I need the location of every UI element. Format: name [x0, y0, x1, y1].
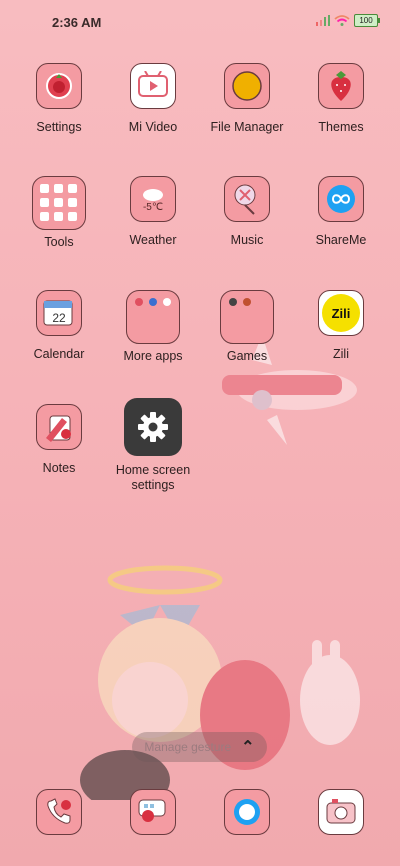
battery-icon: 100	[354, 14, 380, 27]
phone-icon	[36, 789, 82, 835]
folder-circle-icon	[224, 63, 270, 109]
app-themes[interactable]: Themes	[293, 63, 389, 135]
app-label: Home screen settings	[115, 463, 191, 492]
strawberry-icon	[318, 63, 364, 109]
zili-icon: Zili	[318, 290, 364, 336]
wifi-icon	[334, 15, 350, 26]
app-label: Games	[226, 349, 268, 363]
weather-cloud-icon: -5℃	[130, 176, 176, 222]
browser-bubble-icon	[224, 789, 270, 835]
games-folder-icon	[220, 290, 274, 344]
app-weather[interactable]: -5℃ Weather	[105, 176, 201, 248]
app-label: Themes	[318, 120, 364, 134]
folder-tools[interactable]: Tools	[11, 176, 107, 250]
app-label: ShareMe	[315, 233, 367, 247]
dock-browser[interactable]	[199, 789, 295, 835]
app-mi-video[interactable]: Mi Video	[105, 63, 201, 135]
app-label: Music	[230, 233, 264, 247]
app-label: Calendar	[33, 347, 85, 361]
app-notes[interactable]: Notes	[11, 404, 107, 476]
app-home-screen-settings[interactable]: Home screen settings	[105, 398, 201, 493]
chevron-up-icon: ⌃	[241, 739, 255, 756]
app-label: Settings	[36, 120, 82, 134]
app-label: File Manager	[210, 120, 284, 134]
app-settings[interactable]: Settings	[11, 63, 107, 135]
more-apps-folder-icon	[126, 290, 180, 344]
dock-camera[interactable]	[293, 789, 389, 835]
app-zili[interactable]: Zili Zili	[293, 290, 389, 362]
status-bar: 2:36 AM 100	[0, 0, 400, 44]
folder-games[interactable]: Games	[199, 290, 295, 364]
gear-icon	[124, 398, 182, 456]
folder-more-apps[interactable]: More apps	[105, 290, 201, 364]
message-bubble-icon	[130, 789, 176, 835]
app-calendar[interactable]: 22 Calendar	[11, 290, 107, 362]
manage-gesture-pill[interactable]: Manage gesture ⌃	[132, 732, 267, 762]
status-icons: 100	[316, 14, 380, 27]
tv-icon	[130, 63, 176, 109]
app-label: Zili	[333, 347, 349, 361]
shareme-infinity-icon	[318, 176, 364, 222]
notes-pencil-icon	[36, 404, 82, 450]
app-label: Tools	[44, 235, 74, 249]
camera-radio-icon	[318, 789, 364, 835]
dock-phone[interactable]	[11, 789, 107, 835]
calendar-icon: 22	[36, 290, 82, 336]
music-balloon-icon	[224, 176, 270, 222]
tools-folder-icon	[32, 176, 86, 230]
weather-temp: -5℃	[142, 201, 164, 213]
app-shareme[interactable]: ShareMe	[293, 176, 389, 248]
calendar-day: 22	[52, 311, 66, 325]
settings-strawberry-icon	[36, 63, 82, 109]
app-file-manager[interactable]: File Manager	[199, 63, 295, 135]
app-label: Notes	[42, 461, 76, 475]
status-time: 2:36 AM	[52, 15, 102, 30]
wallpaper-girl-and-bunny	[50, 560, 370, 810]
signal-icon	[316, 15, 330, 26]
app-label: Weather	[129, 233, 177, 247]
dock-messages[interactable]	[105, 789, 201, 835]
app-label: More apps	[123, 349, 183, 363]
app-music[interactable]: Music	[199, 176, 295, 248]
app-label: Mi Video	[128, 120, 178, 134]
gesture-pill-text: Manage gesture	[144, 740, 232, 754]
